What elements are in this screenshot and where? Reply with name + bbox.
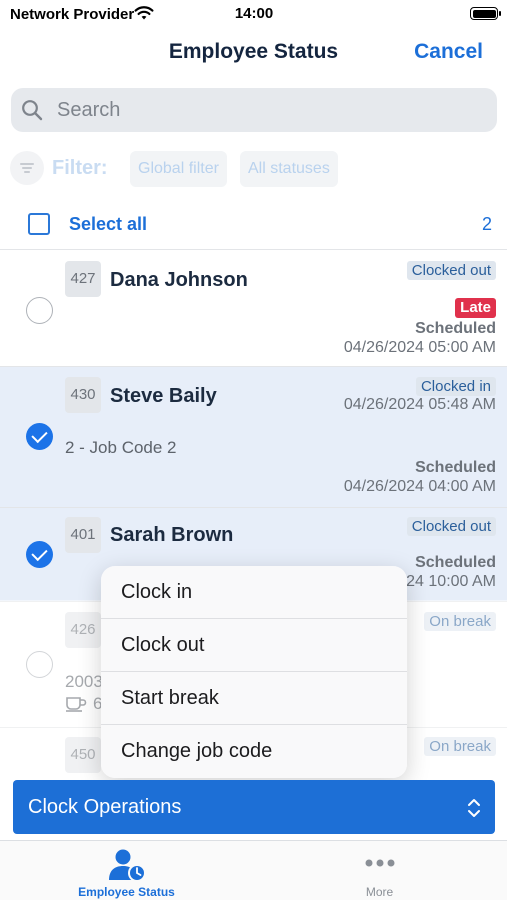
clock-operations-button[interactable]: Clock Operations — [13, 780, 495, 834]
scheduled-label: Scheduled — [415, 459, 496, 476]
row-select-radio[interactable] — [26, 423, 53, 450]
employee-id-badge: 450 — [65, 737, 101, 773]
status-bar: Network Provider 14:00 — [0, 0, 507, 30]
tab-more[interactable]: More — [253, 841, 506, 900]
employee-name: Sarah Brown — [110, 524, 234, 546]
employee-id-badge: 427 — [65, 261, 101, 297]
scheduled-date: 24 10:00 AM — [406, 573, 496, 590]
select-all-label[interactable]: Select all — [69, 214, 147, 235]
scheduled-date: 04/26/2024 05:00 AM — [343, 339, 496, 356]
wifi-icon — [134, 6, 154, 20]
employee-id-badge: 401 — [65, 517, 101, 553]
battery-icon — [470, 7, 501, 20]
scheduled-label: Scheduled — [415, 554, 496, 571]
search-icon — [22, 100, 43, 121]
clock-time: 14:00 — [234, 5, 274, 22]
employee-name: Steve Baily — [110, 385, 217, 407]
clock-operations-menu: Clock in Clock out Start break Change jo… — [101, 566, 407, 778]
tab-employee-status[interactable]: Employee Status — [0, 841, 253, 900]
select-all-checkbox[interactable] — [28, 213, 50, 235]
clock-operations-label: Clock Operations — [28, 796, 182, 818]
search-bar[interactable] — [11, 88, 497, 132]
status-badge: On break — [424, 737, 496, 756]
row-select-radio[interactable] — [26, 541, 53, 568]
menu-item-start-break[interactable]: Start break — [101, 672, 407, 725]
cancel-button[interactable]: Cancel — [414, 40, 483, 64]
employee-row[interactable]: 427 Dana Johnson Clocked out Late Schedu… — [0, 251, 507, 367]
carrier-name: Network Provider — [10, 6, 135, 23]
status-date: 04/26/2024 05:48 AM — [343, 396, 496, 413]
menu-item-clock-out[interactable]: Clock out — [101, 619, 407, 672]
row-select-radio[interactable] — [26, 297, 53, 324]
row-select-radio[interactable] — [26, 651, 53, 678]
filter-label: Filter: — [52, 157, 108, 179]
select-all-row[interactable]: Select all 2 — [0, 200, 507, 250]
status-badge: On break — [424, 612, 496, 631]
status-badge: Clocked out — [406, 517, 496, 536]
row-detail-text: 2003 — [65, 672, 103, 691]
coffee-cup-icon — [66, 697, 87, 712]
tab-label: Employee Status — [78, 885, 175, 899]
global-filter-chip[interactable]: Global filter — [130, 151, 227, 187]
tab-label: More — [365, 885, 394, 899]
tab-bar: Employee Status More — [0, 840, 507, 900]
status-badge: Clocked in — [415, 377, 496, 396]
all-statuses-chip[interactable]: All statuses — [240, 151, 338, 187]
late-badge: Late — [455, 298, 496, 318]
menu-item-clock-in[interactable]: Clock in — [101, 566, 407, 619]
filter-icon[interactable] — [10, 151, 44, 185]
employee-clock-icon — [109, 849, 146, 882]
status-badge: Clocked out — [406, 261, 496, 280]
employee-name: Dana Johnson — [110, 269, 248, 291]
scheduled-label: Scheduled — [415, 320, 496, 337]
employee-row[interactable]: 430 Steve Baily Clocked in 04/26/2024 05… — [0, 367, 507, 508]
menu-item-change-job-code[interactable]: Change job code — [101, 725, 407, 778]
employee-id-badge: 430 — [65, 377, 101, 413]
chevron-up-down-icon — [468, 799, 480, 817]
search-input[interactable] — [57, 88, 477, 132]
more-dots-icon — [365, 859, 395, 867]
selected-count: 2 — [481, 214, 492, 234]
job-code: 2 - Job Code 2 — [65, 438, 177, 457]
employee-id-badge: 426 — [65, 612, 101, 648]
scheduled-date: 04/26/2024 04:00 AM — [343, 478, 496, 495]
